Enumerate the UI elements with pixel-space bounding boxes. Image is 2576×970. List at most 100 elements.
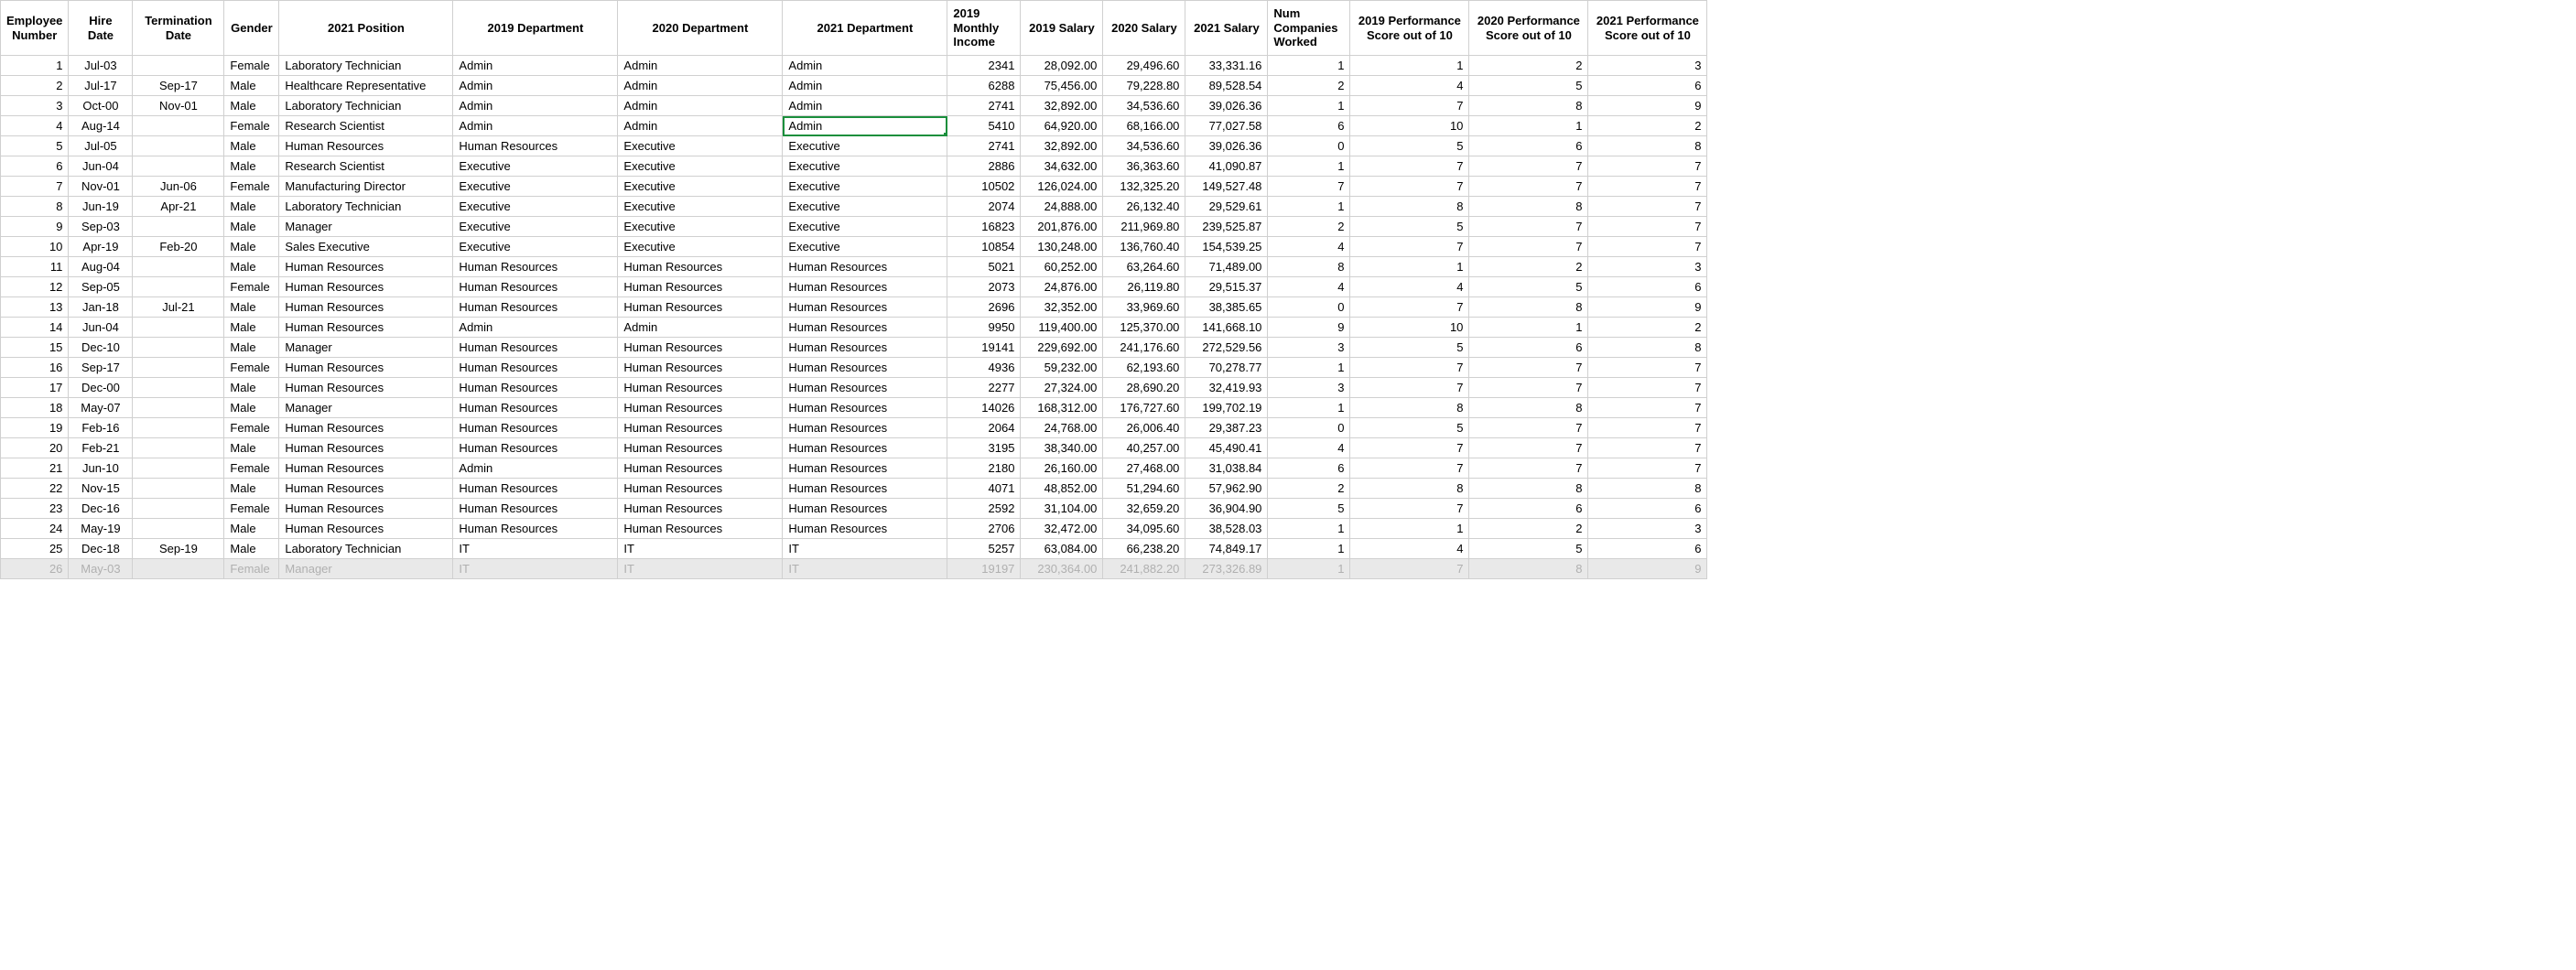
cell-2019-salary[interactable]: 28,092.00 [1021,56,1103,76]
cell-num-companies[interactable]: 2 [1268,479,1350,499]
cell-num-companies[interactable]: 5 [1268,499,1350,519]
cell-position[interactable]: Laboratory Technician [279,96,453,116]
cell-num-companies[interactable]: 8 [1268,257,1350,277]
cell-2021-department[interactable]: Human Resources [783,257,947,277]
cell-2019-department[interactable]: Human Resources [453,519,618,539]
cell-hire-date[interactable]: Nov-01 [69,177,133,197]
cell-2021-performance[interactable]: 9 [1588,559,1707,579]
cell-2021-department[interactable]: Human Resources [783,318,947,338]
cell-gender[interactable]: Male [224,398,279,418]
cell-monthly-income[interactable]: 2886 [947,156,1021,177]
cell-hire-date[interactable]: Jun-19 [69,197,133,217]
cell-2020-department[interactable]: Human Resources [618,378,783,398]
cell-2020-department[interactable]: Human Resources [618,418,783,438]
cell-hire-date[interactable]: Dec-10 [69,338,133,358]
cell-hire-date[interactable]: Sep-05 [69,277,133,297]
cell-2019-department[interactable]: Executive [453,197,618,217]
cell-position[interactable]: Laboratory Technician [279,56,453,76]
cell-num-companies[interactable]: 0 [1268,418,1350,438]
cell-gender[interactable]: Male [224,318,279,338]
cell-2019-salary[interactable]: 119,400.00 [1021,318,1103,338]
cell-2019-department[interactable]: Admin [453,76,618,96]
cell-2021-salary[interactable]: 141,668.10 [1185,318,1268,338]
cell-2021-salary[interactable]: 89,528.54 [1185,76,1268,96]
cell-termination-date[interactable] [133,338,224,358]
col-2019-performance[interactable]: 2019 Performance Score out of 10 [1350,1,1469,56]
cell-2020-department[interactable]: Human Resources [618,257,783,277]
cell-2019-department[interactable]: Human Resources [453,438,618,458]
cell-num-companies[interactable]: 7 [1268,177,1350,197]
cell-2020-salary[interactable]: 211,969.80 [1103,217,1185,237]
cell-2019-performance[interactable]: 10 [1350,116,1469,136]
cell-2021-department[interactable]: Executive [783,197,947,217]
cell-2020-performance[interactable]: 6 [1469,499,1588,519]
cell-2021-salary[interactable]: 199,702.19 [1185,398,1268,418]
cell-hire-date[interactable]: Aug-04 [69,257,133,277]
cell-employee-number[interactable]: 21 [1,458,69,479]
cell-termination-date[interactable] [133,398,224,418]
cell-2020-salary[interactable]: 34,536.60 [1103,136,1185,156]
cell-gender[interactable]: Male [224,197,279,217]
cell-2019-performance[interactable]: 7 [1350,458,1469,479]
cell-position[interactable]: Manager [279,217,453,237]
cell-2021-department[interactable]: Human Resources [783,358,947,378]
cell-num-companies[interactable]: 4 [1268,237,1350,257]
cell-gender[interactable]: Male [224,519,279,539]
cell-hire-date[interactable]: Dec-00 [69,378,133,398]
cell-2019-department[interactable]: Executive [453,156,618,177]
col-2021-salary[interactable]: 2021 Salary [1185,1,1268,56]
cell-2020-department[interactable]: Human Resources [618,398,783,418]
cell-hire-date[interactable]: May-19 [69,519,133,539]
cell-termination-date[interactable] [133,116,224,136]
cell-2019-department[interactable]: IT [453,559,618,579]
cell-2019-performance[interactable]: 4 [1350,539,1469,559]
cell-termination-date[interactable] [133,519,224,539]
cell-position[interactable]: Human Resources [279,277,453,297]
cell-2019-salary[interactable]: 126,024.00 [1021,177,1103,197]
cell-2020-salary[interactable]: 241,176.60 [1103,338,1185,358]
cell-2020-performance[interactable]: 1 [1469,318,1588,338]
cell-termination-date[interactable] [133,318,224,338]
cell-2020-performance[interactable]: 8 [1469,297,1588,318]
cell-gender[interactable]: Male [224,479,279,499]
cell-2019-salary[interactable]: 48,852.00 [1021,479,1103,499]
cell-monthly-income[interactable]: 5257 [947,539,1021,559]
col-2021-performance[interactable]: 2021 Performance Score out of 10 [1588,1,1707,56]
cell-2020-department[interactable]: Executive [618,237,783,257]
cell-2021-performance[interactable]: 7 [1588,197,1707,217]
col-2020-performance[interactable]: 2020 Performance Score out of 10 [1469,1,1588,56]
cell-2019-performance[interactable]: 8 [1350,197,1469,217]
cell-2020-performance[interactable]: 7 [1469,177,1588,197]
cell-2020-salary[interactable]: 125,370.00 [1103,318,1185,338]
cell-2021-department[interactable]: Admin [783,56,947,76]
cell-position[interactable]: Human Resources [279,499,453,519]
cell-2020-performance[interactable]: 7 [1469,378,1588,398]
cell-monthly-income[interactable]: 5410 [947,116,1021,136]
cell-2021-department[interactable]: Human Resources [783,378,947,398]
cell-gender[interactable]: Female [224,177,279,197]
cell-2020-performance[interactable]: 8 [1469,197,1588,217]
cell-2021-department[interactable]: Human Resources [783,338,947,358]
cell-2020-department[interactable]: Human Resources [618,519,783,539]
cell-employee-number[interactable]: 22 [1,479,69,499]
cell-gender[interactable]: Male [224,257,279,277]
cell-2019-performance[interactable]: 7 [1350,237,1469,257]
cell-2021-department[interactable]: Executive [783,156,947,177]
cell-termination-date[interactable] [133,559,224,579]
cell-gender[interactable]: Female [224,559,279,579]
cell-2020-department[interactable]: IT [618,559,783,579]
cell-2021-department[interactable]: Admin [783,76,947,96]
cell-employee-number[interactable]: 24 [1,519,69,539]
cell-position[interactable]: Human Resources [279,519,453,539]
cell-2020-salary[interactable]: 62,193.60 [1103,358,1185,378]
cell-2021-salary[interactable]: 38,385.65 [1185,297,1268,318]
cell-num-companies[interactable]: 2 [1268,217,1350,237]
cell-2019-salary[interactable]: 38,340.00 [1021,438,1103,458]
cell-2020-performance[interactable]: 7 [1469,438,1588,458]
cell-monthly-income[interactable]: 14026 [947,398,1021,418]
cell-2020-department[interactable]: Human Resources [618,297,783,318]
cell-2021-salary[interactable]: 38,528.03 [1185,519,1268,539]
cell-2020-department[interactable]: Executive [618,156,783,177]
cell-2021-performance[interactable]: 8 [1588,479,1707,499]
cell-num-companies[interactable]: 3 [1268,378,1350,398]
